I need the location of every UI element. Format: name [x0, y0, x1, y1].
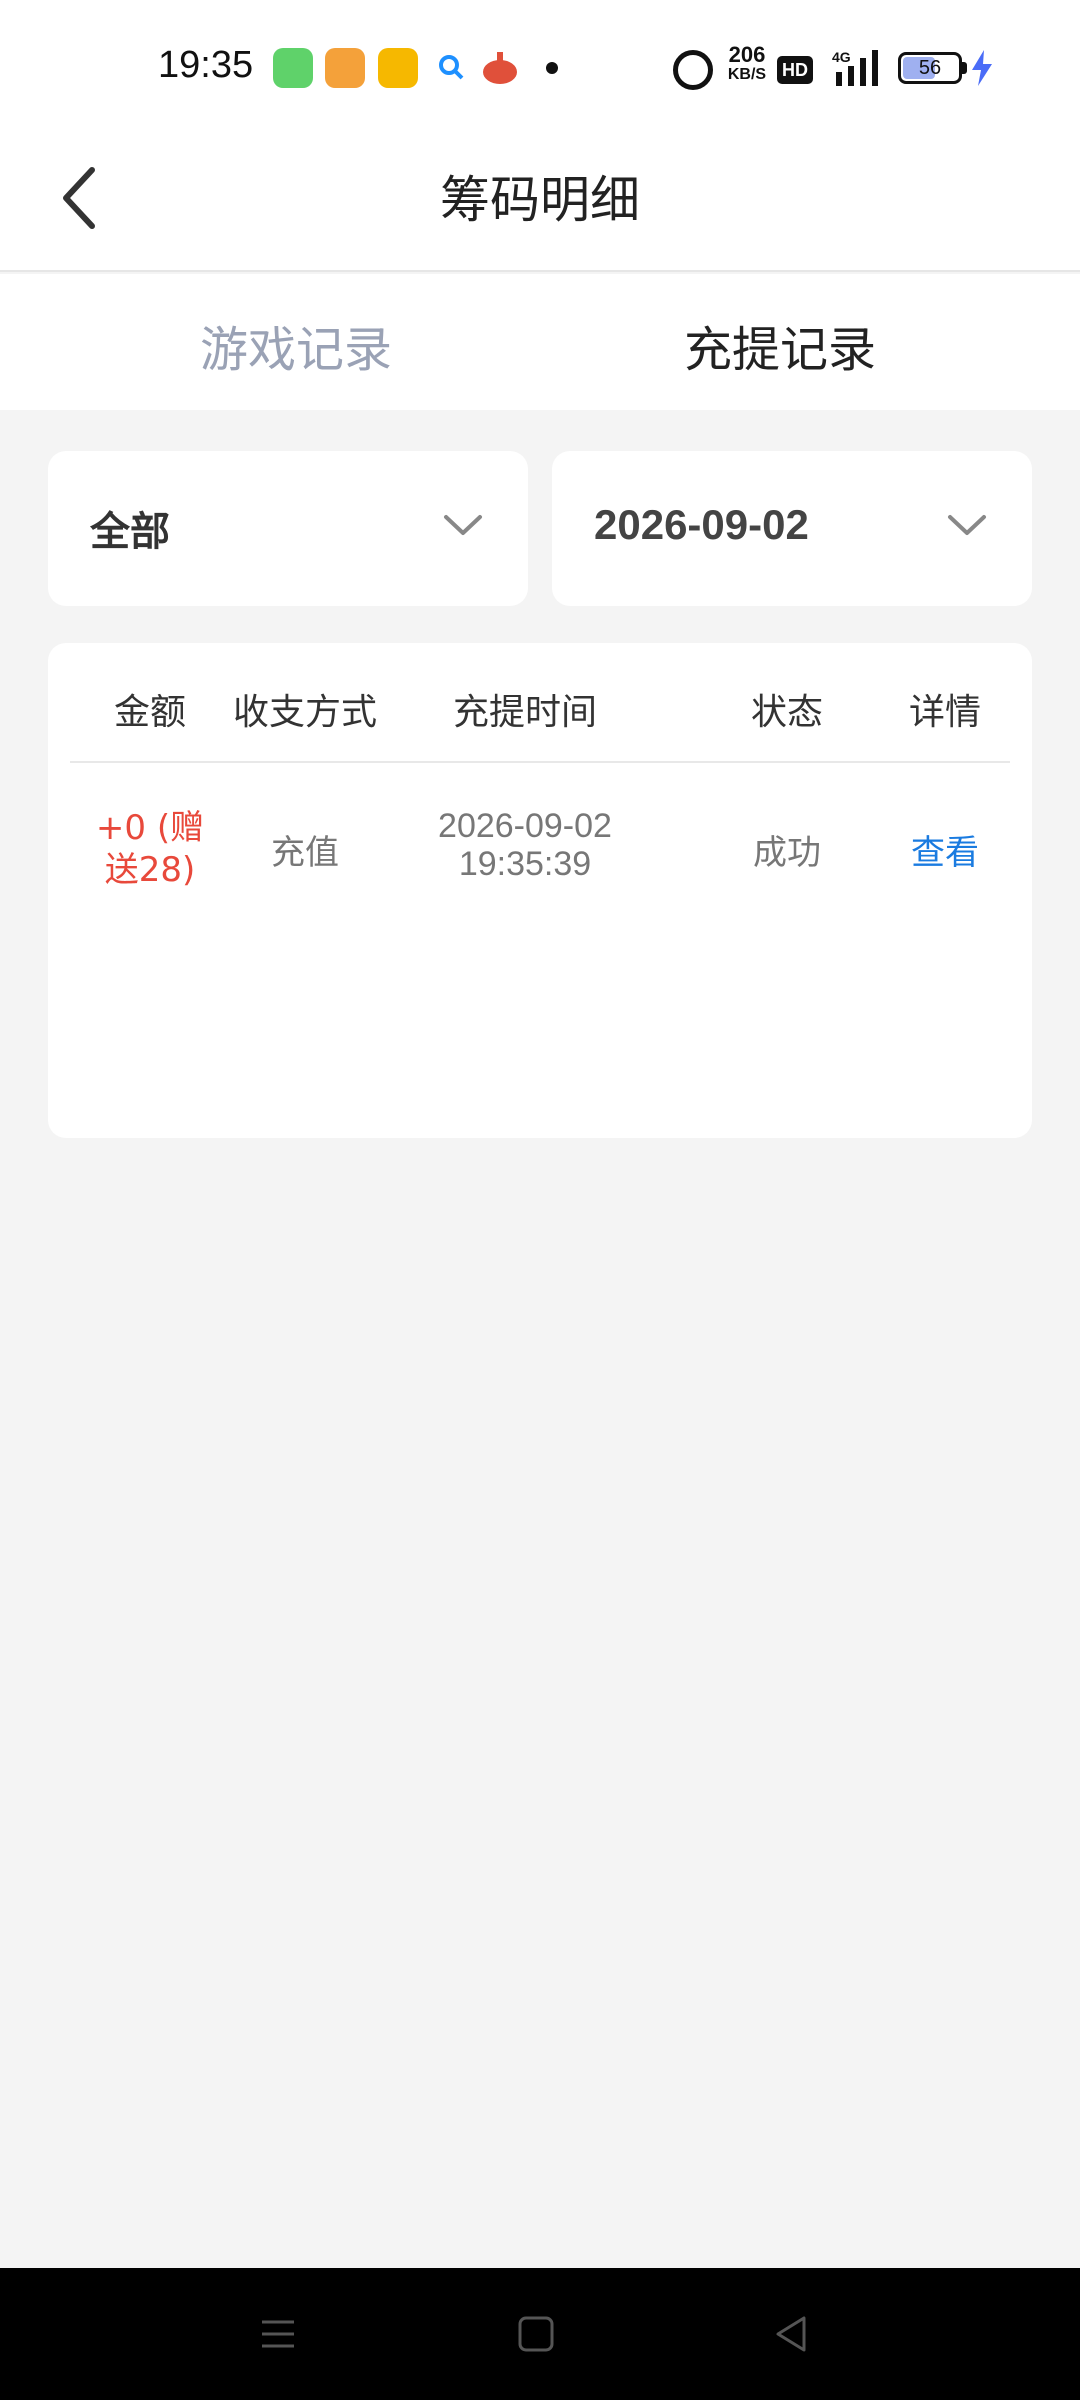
svg-text:4G: 4G [832, 49, 851, 65]
record-tabs: 游戏记录 充提记录 [0, 274, 1080, 410]
status-bar: 19:35 206 KB/S HD 4G 56 [0, 0, 1080, 130]
row-time: 2026-09-02 19:35:39 [395, 807, 655, 883]
taxi-app-icon [378, 48, 418, 88]
header-detail: 详情 [908, 692, 981, 733]
row-amount: +0 (赠 送28) [80, 807, 220, 891]
menu-icon[interactable] [254, 2310, 302, 2358]
notification-dot-icon [546, 62, 558, 74]
home-icon[interactable] [512, 2310, 560, 2358]
date-filter-dropdown[interactable]: 2026-09-02 [552, 451, 1032, 606]
speed-value: 206 [728, 42, 766, 67]
battery-percent: 56 [918, 57, 942, 79]
battery-cap [962, 62, 967, 74]
row-date: 2026-09-02 [438, 807, 612, 845]
signal-icon: 4G [832, 49, 878, 86]
header-time: 充提时间 [452, 692, 597, 733]
type-filter-value: 全部 [90, 509, 170, 555]
video-app-icon [325, 48, 365, 88]
tab-game-records[interactable]: 游戏记录 [26, 310, 566, 380]
row-method: 充值 [271, 833, 339, 873]
header-amount: 金额 [113, 692, 186, 733]
chat-app-icon [273, 48, 313, 88]
app-header: 筹码明细 [0, 130, 1080, 272]
battery-icon: 56 [898, 52, 962, 84]
back-nav-icon[interactable] [768, 2310, 816, 2358]
table-row: +0 (赠 送28) 充值 2026-09-02 19:35:39 成功 查看 [70, 765, 1010, 945]
search-app-icon [439, 55, 464, 80]
system-nav-bar [0, 2268, 1080, 2400]
row-clock: 19:35:39 [458, 845, 592, 883]
amount-line-1: +0 (赠 [95, 808, 205, 848]
status-time: 19:35 [158, 44, 254, 86]
date-filter-value: 2026-09-02 [594, 501, 809, 548]
page-title: 筹码明细 [440, 171, 640, 229]
view-detail-link[interactable]: 查看 [885, 825, 1005, 874]
amount-line-2: 送28) [104, 850, 196, 890]
shopping-app-icon [483, 52, 517, 84]
hd-badge: HD [777, 56, 813, 84]
charging-bolt-icon [972, 50, 992, 86]
records-table: 金额 收支方式 充提时间 状态 详情 +0 (赠 送28) 充值 2026-09… [48, 643, 1032, 1138]
row-status: 成功 [753, 833, 821, 873]
speed-unit: KB/S [727, 66, 767, 83]
type-filter-dropdown[interactable]: 全部 [48, 451, 528, 606]
tab-recharge-records[interactable]: 充提记录 [510, 310, 1050, 380]
chevron-down-icon [444, 515, 482, 535]
alarm-icon [673, 50, 713, 90]
chevron-down-icon [948, 515, 986, 535]
table-header: 金额 收支方式 充提时间 状态 详情 [70, 643, 1010, 763]
header-method: 收支方式 [232, 692, 377, 733]
header-status: 状态 [750, 692, 823, 733]
network-speed: 206 KB/S [722, 44, 772, 92]
